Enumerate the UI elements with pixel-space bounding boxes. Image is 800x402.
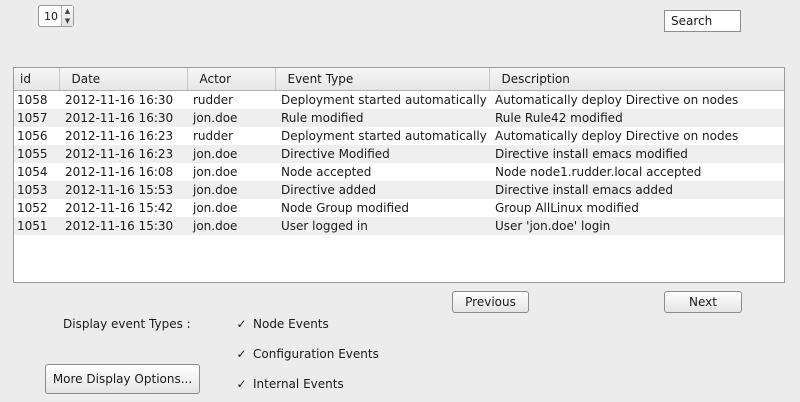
cell-date: 2012-11-16 15:42	[65, 201, 174, 215]
cell-date: 2012-11-16 16:23	[65, 129, 174, 143]
cell-event-type: Rule modified	[275, 109, 489, 127]
table-row[interactable]: 1057 2012-11-16 16:30 jon.doe Rule modif…	[14, 109, 784, 127]
table-row[interactable]: 1054 2012-11-16 16:08 jon.doe Node accep…	[14, 163, 784, 181]
cell-date: 2012-11-16 15:53	[59, 181, 187, 199]
cell-event-type: Directive added	[275, 181, 489, 199]
checkmark-icon[interactable]: ✓	[236, 348, 247, 360]
column-header-actor[interactable]: Actor	[187, 68, 276, 91]
cell-id: 1052	[17, 201, 48, 215]
table-row[interactable]: 1056 2012-11-16 16:23 rudder Deployment …	[14, 127, 784, 145]
search-button[interactable]: Search	[664, 10, 741, 32]
table-row[interactable]: 1058 2012-11-16 16:30 rudder Deployment …	[14, 91, 784, 110]
cell-description: Directive install emacs modified	[489, 145, 784, 163]
checkbox-label: Configuration Events	[253, 347, 379, 361]
column-header-event-type[interactable]: Event Type	[275, 68, 490, 91]
cell-description: Automatically deploy Directive on nodes	[495, 93, 739, 107]
table-row[interactable]: 1055 2012-11-16 16:23 jon.doe Directive …	[14, 145, 784, 163]
cell-actor: jon.doe	[193, 201, 238, 215]
cell-actor: rudder	[193, 129, 234, 143]
cell-actor: jon.doe	[187, 181, 275, 199]
chevron-down-icon[interactable]: ▼	[62, 16, 73, 26]
cell-event-type: Deployment started automatically	[281, 93, 487, 107]
internal-events-checkbox[interactable]: ✓ Internal Events	[236, 377, 344, 391]
next-button[interactable]: Next	[664, 291, 742, 313]
table-row[interactable]: 1052 2012-11-16 15:42 jon.doe Node Group…	[14, 199, 784, 217]
cell-actor: jon.doe	[193, 165, 238, 179]
column-header-date[interactable]: Date	[59, 68, 188, 91]
page-size-stepper[interactable]: 10 ▲ ▼	[38, 5, 74, 27]
cell-description: User 'jon.doe' login	[489, 217, 784, 235]
cell-id: 1054	[17, 165, 48, 179]
cell-date: 2012-11-16 15:30	[59, 217, 187, 235]
cell-id: 1055	[14, 145, 59, 163]
cell-id: 1056	[17, 129, 48, 143]
event-log-table[interactable]: id Date Actor Event Type Description 105…	[13, 67, 785, 283]
chevron-up-icon[interactable]: ▲	[62, 6, 73, 16]
cell-description: Node node1.rudder.local accepted	[495, 165, 702, 179]
cell-description: Rule Rule42 modified	[489, 109, 784, 127]
table-row[interactable]: 1053 2012-11-16 15:53 jon.doe Directive …	[14, 181, 784, 199]
cell-date: 2012-11-16 16:23	[59, 145, 187, 163]
checkmark-icon[interactable]: ✓	[236, 318, 247, 330]
checkmark-icon[interactable]: ✓	[236, 378, 247, 390]
cell-actor: jon.doe	[187, 109, 275, 127]
column-header-id[interactable]: id	[14, 68, 60, 91]
cell-description: Automatically deploy Directive on nodes	[495, 129, 739, 143]
event-types-label: Display event Types :	[63, 317, 191, 331]
more-display-options-button[interactable]: More Display Options...	[45, 364, 200, 394]
checkbox-label: Internal Events	[253, 377, 344, 391]
cell-id: 1057	[14, 109, 59, 127]
cell-description: Group AllLinux modified	[495, 201, 639, 215]
cell-date: 2012-11-16 16:30	[59, 109, 187, 127]
configuration-events-checkbox[interactable]: ✓ Configuration Events	[236, 347, 379, 361]
cell-event-type: Deployment started automatically	[281, 129, 487, 143]
cell-event-type: Directive Modified	[275, 145, 489, 163]
table-row[interactable]: 1051 2012-11-16 15:30 jon.doe User logge…	[14, 217, 784, 235]
cell-description: Directive install emacs added	[489, 181, 784, 199]
previous-button[interactable]: Previous	[452, 291, 529, 313]
table-header-row: id Date Actor Event Type Description	[14, 68, 784, 91]
cell-date: 2012-11-16 16:30	[65, 93, 174, 107]
cell-event-type: Node accepted	[281, 165, 372, 179]
node-events-checkbox[interactable]: ✓ Node Events	[236, 317, 329, 331]
page-size-value: 10	[44, 10, 58, 23]
cell-id: 1051	[14, 217, 59, 235]
cell-event-type: Node Group modified	[281, 201, 410, 215]
cell-id: 1058	[17, 93, 48, 107]
cell-actor: jon.doe	[187, 217, 275, 235]
checkbox-label: Node Events	[253, 317, 329, 331]
stepper-arrows[interactable]: ▲ ▼	[61, 6, 73, 26]
column-header-description[interactable]: Description	[489, 68, 784, 91]
cell-event-type: User logged in	[275, 217, 489, 235]
cell-actor: jon.doe	[187, 145, 275, 163]
cell-id: 1053	[14, 181, 59, 199]
cell-actor: rudder	[193, 93, 234, 107]
cell-date: 2012-11-16 16:08	[65, 165, 174, 179]
